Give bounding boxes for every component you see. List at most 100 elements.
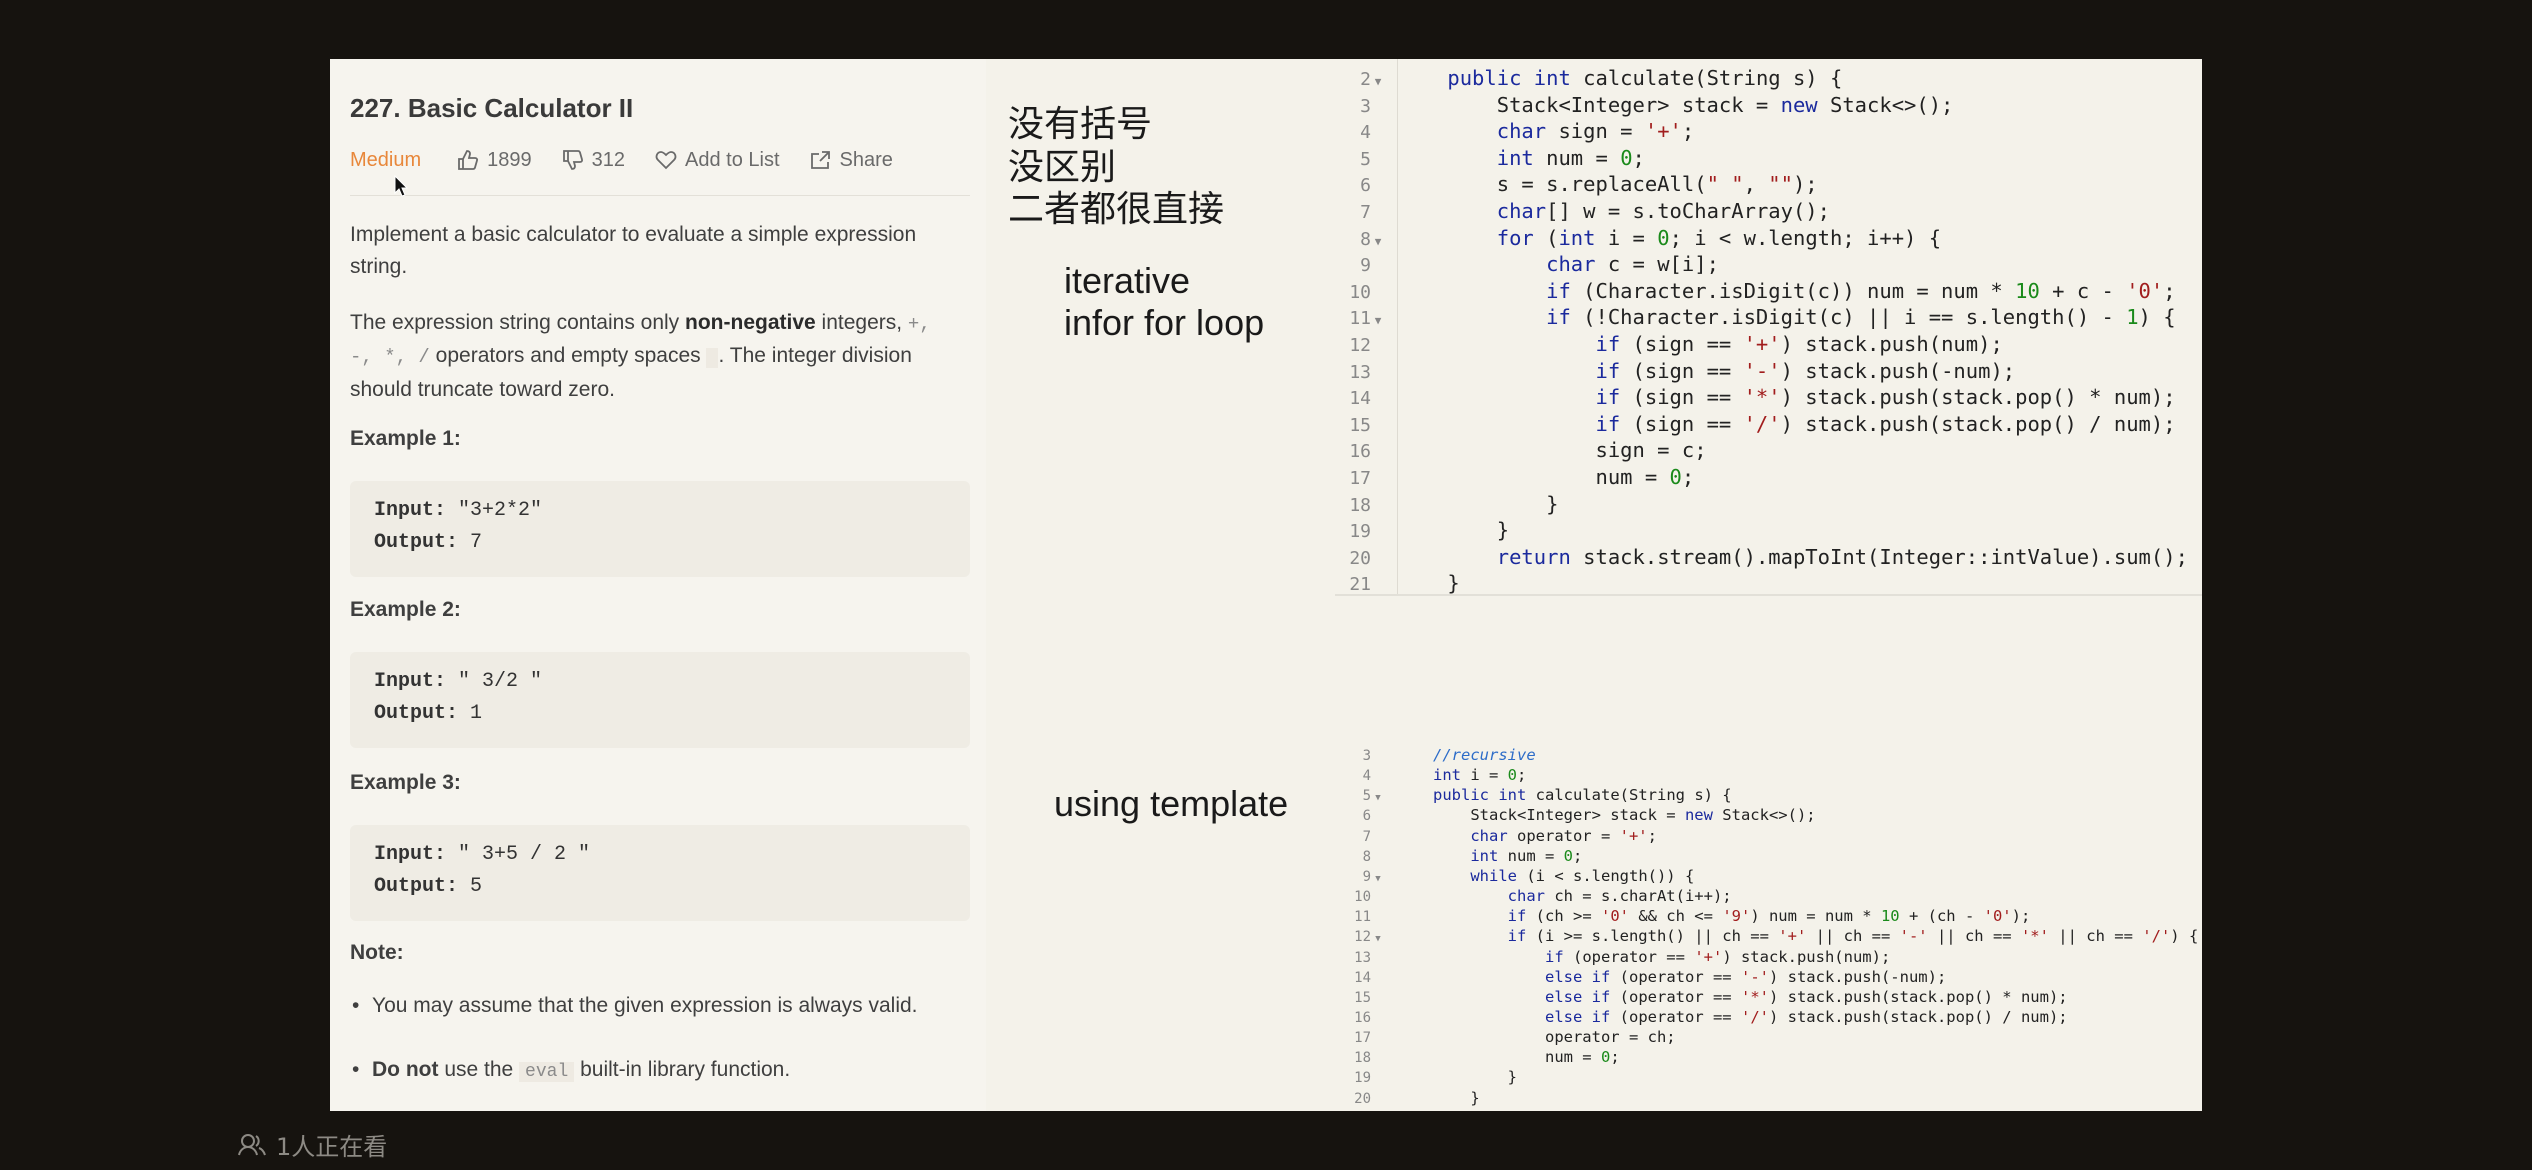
code-line: 9 ▼ while (i < s.length()) { bbox=[1335, 867, 1695, 887]
line-number: 14 bbox=[1354, 969, 1371, 986]
line-number: 17 bbox=[1349, 468, 1371, 489]
line-number: 16 bbox=[1354, 1009, 1371, 1026]
example-1-heading: Example 1: bbox=[350, 427, 461, 450]
fold-arrow-icon[interactable]: ▼ bbox=[1371, 75, 1385, 88]
code-text: num = 0; bbox=[1433, 1048, 1620, 1067]
code-line: 18 } bbox=[1335, 492, 1558, 519]
code-text: else if (operator == '/') stack.push(sta… bbox=[1544, 1007, 2068, 1026]
code-line: 7 char[] w = s.toCharArray(); bbox=[1335, 199, 1830, 226]
example-1-box: Input: "3+2*2" Output: 7 bbox=[350, 481, 970, 577]
line-number: 8 bbox=[1362, 848, 1371, 865]
code-line: 6 s = s.replaceAll(" ", ""); bbox=[1335, 172, 1818, 199]
code-text: if (i >= s.length() || ch == '+' || ch =… bbox=[1507, 927, 2199, 946]
note-item-2: Do not use the eval built-in library fun… bbox=[352, 1054, 972, 1088]
code-line: 14 else if (operator == '-') stack.push(… bbox=[1335, 968, 1946, 988]
code-text: s = s.replaceAll(" ", ""); bbox=[1398, 172, 1818, 197]
line-number: 13 bbox=[1354, 949, 1371, 966]
problem-panel: 227. Basic Calculator II Medium 1899 312… bbox=[330, 59, 986, 1111]
code-text: if (sign == '/') stack.push(stack.pop() … bbox=[1595, 411, 2176, 436]
code-text: Stack<Integer> stack = new Stack<>(); bbox=[1398, 92, 1954, 117]
code-line: 20 } bbox=[1335, 1089, 1480, 1109]
input-value: "3+2*2" bbox=[446, 499, 543, 522]
video-slide: 227. Basic Calculator II Medium 1899 312… bbox=[330, 59, 2202, 1111]
line-number: 11 bbox=[1354, 909, 1371, 926]
dislike-button[interactable]: 312 bbox=[562, 149, 625, 172]
input-value: " 3+5 / 2 " bbox=[446, 843, 591, 866]
like-button[interactable]: 1899 bbox=[457, 149, 532, 172]
example-output: Output: 7 bbox=[374, 531, 482, 554]
code-text: for (int i = 0; i < w.length; i++) { bbox=[1496, 225, 1942, 250]
line-number: 3 bbox=[1362, 748, 1371, 764]
code-text: } bbox=[1433, 1068, 1517, 1087]
code-text: if (Character.isDigit(c)) num = num * 10… bbox=[1546, 278, 2176, 303]
desc-space-code bbox=[706, 348, 719, 368]
line-number: 8 bbox=[1360, 228, 1371, 250]
code-text: if (ch >= '0' && ch <= '9') num = num * … bbox=[1507, 907, 2031, 926]
fold-arrow-icon[interactable]: ▼ bbox=[1371, 314, 1385, 327]
code-line: 8 int num = 0; bbox=[1335, 847, 1583, 867]
code-line: 15 if (sign == '/') stack.push(stack.pop… bbox=[1335, 412, 2175, 439]
fold-arrow-icon[interactable]: ▼ bbox=[1371, 934, 1385, 944]
code-text: operator = ch; bbox=[1433, 1028, 1676, 1047]
line-number: 15 bbox=[1354, 989, 1371, 1006]
note-iterative: iterative bbox=[1064, 260, 1191, 301]
code-line: 3 //recursive bbox=[1335, 746, 1536, 766]
code-line: 21 return stack.stream().mapToInt(Intege… bbox=[1335, 1109, 1993, 1111]
example-output: Output: 5 bbox=[374, 875, 482, 898]
code-line: 12 if (sign == '+') stack.push(num); bbox=[1335, 332, 2002, 359]
dislike-count: 312 bbox=[591, 148, 626, 171]
desc-text: The expression string contains only bbox=[350, 311, 686, 334]
output-value: 5 bbox=[458, 875, 483, 898]
line-number: 17 bbox=[1354, 1030, 1371, 1047]
code-text: } bbox=[1398, 571, 1460, 596]
code-line: 13 if (operator == '+') stack.push(num); bbox=[1335, 948, 1890, 968]
thumbs-up-icon bbox=[458, 150, 479, 170]
line-number: 4 bbox=[1360, 122, 1371, 144]
code-text: char sign = '+'; bbox=[1496, 119, 1695, 144]
fold-arrow-icon[interactable]: ▼ bbox=[1371, 793, 1385, 803]
code-text: int num = 0; bbox=[1470, 846, 1583, 865]
line-number: 20 bbox=[1349, 547, 1371, 569]
code-line: 3 Stack<Integer> stack = new Stack<>(); bbox=[1335, 93, 1953, 120]
line-number: 5 bbox=[1362, 788, 1371, 805]
desc-text: operators and empty spaces bbox=[429, 344, 707, 367]
mouse-cursor-icon bbox=[394, 175, 408, 197]
line-number: 10 bbox=[1349, 281, 1371, 303]
input-label: Input: bbox=[374, 499, 447, 522]
description-paragraph-1: Implement a basic calculator to evaluate… bbox=[350, 223, 917, 278]
example-3-heading: Example 3: bbox=[350, 771, 461, 794]
note-code: eval bbox=[519, 1062, 575, 1082]
code-line: 8 ▼ for (int i = 0; i < w.length; i++) { bbox=[1335, 226, 1941, 253]
example-input: Input: " 3+5 / 2 " bbox=[374, 843, 590, 866]
code-text: return stack.stream().mapToInt(Integer::… bbox=[1496, 544, 2188, 569]
share-label: Share bbox=[839, 148, 893, 171]
divider bbox=[350, 195, 970, 196]
code-line: 17 num = 0; bbox=[1335, 465, 1694, 492]
code-line: 4 int i = 0; bbox=[1335, 766, 1527, 786]
example-input: Input: " 3/2 " bbox=[374, 670, 542, 693]
fold-arrow-icon[interactable]: ▼ bbox=[1371, 235, 1385, 248]
code-text: Stack<Integer> stack = new Stack<>(); bbox=[1433, 806, 1816, 825]
line-number: 6 bbox=[1360, 175, 1371, 197]
code-text: int i = 0; bbox=[1433, 766, 1527, 785]
line-number: 12 bbox=[1349, 335, 1371, 356]
code-text: sign = c; bbox=[1398, 438, 1707, 463]
output-label: Output: bbox=[374, 875, 459, 898]
code-line: 5 int num = 0; bbox=[1335, 146, 1645, 173]
line-number: 2 bbox=[1360, 69, 1371, 90]
code-line: 19 } bbox=[1335, 1068, 1517, 1088]
code-text: } bbox=[1433, 1088, 1480, 1107]
line-number: 16 bbox=[1349, 441, 1371, 463]
like-count: 1899 bbox=[487, 148, 532, 171]
line-number: 12 bbox=[1354, 929, 1371, 946]
difficulty-badge: Medium bbox=[350, 148, 422, 171]
viewer-count: 1人正在看 bbox=[238, 1127, 387, 1162]
line-number: 20 bbox=[1354, 1090, 1371, 1107]
line-number: 11 bbox=[1349, 308, 1371, 330]
fold-arrow-icon[interactable]: ▼ bbox=[1371, 874, 1385, 884]
share-button[interactable]: Share bbox=[810, 149, 893, 172]
note-no-difference: 没区别 bbox=[1008, 147, 1117, 188]
code-line: 15 else if (operator == '*') stack.push(… bbox=[1335, 988, 2067, 1008]
add-to-list-button[interactable]: Add to List bbox=[655, 149, 780, 172]
code-text: char operator = '+'; bbox=[1470, 826, 1657, 845]
